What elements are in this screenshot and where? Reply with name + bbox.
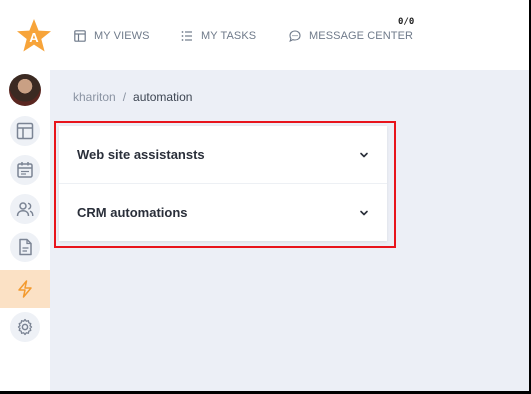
message-counter: 0/0 [398, 17, 415, 27]
chevron-down-icon [360, 210, 368, 215]
accordion-item-label: Web site assistansts [77, 147, 205, 162]
nav-my-tasks-label: MY TASKS [201, 30, 257, 42]
sidebar [0, 70, 50, 391]
document-icon [19, 238, 32, 256]
avatar[interactable] [9, 74, 41, 106]
nav-my-views[interactable]: MY VIEWS [74, 28, 150, 44]
sidebar-item-calendar[interactable] [10, 155, 40, 185]
lightning-icon [18, 280, 32, 298]
list-icon [181, 31, 192, 41]
chat-icon [289, 30, 301, 42]
accordion-item-label: CRM automations [77, 205, 188, 220]
calendar-icon [17, 162, 33, 178]
top-bar: A MY VIEWS MY TASKS MESSAGE CENTER 0/0 [0, 0, 529, 70]
chevron-down-icon [360, 152, 368, 157]
app-window: A MY VIEWS MY TASKS MESSAGE CENTER 0/0 k… [0, 0, 529, 391]
sidebar-item-automation[interactable] [0, 270, 50, 308]
sidebar-item-contacts[interactable] [10, 194, 40, 224]
accordion-item-crm-automations[interactable]: CRM automations [59, 184, 387, 241]
logo-star-icon[interactable]: A [16, 18, 52, 54]
sidebar-item-dashboard[interactable] [10, 116, 40, 146]
automation-accordion: Web site assistansts CRM automations [59, 126, 387, 241]
nav-my-tasks[interactable]: MY TASKS [181, 28, 256, 44]
accordion-item-web-site-assistants[interactable]: Web site assistansts [59, 126, 387, 183]
breadcrumb-current: automation [133, 90, 193, 104]
breadcrumb-separator: / [122, 90, 127, 104]
sidebar-item-settings[interactable] [10, 312, 40, 342]
nav-message-center-label: MESSAGE CENTER [309, 30, 414, 42]
breadcrumb-root[interactable]: khariton [73, 90, 116, 104]
layout-icon [16, 122, 34, 140]
layout-icon [74, 30, 86, 42]
gear-icon [17, 318, 33, 336]
users-icon [16, 202, 34, 217]
breadcrumb: khariton / automation [73, 90, 192, 104]
sidebar-item-documents[interactable] [10, 232, 40, 262]
nav-message-center[interactable]: MESSAGE CENTER [289, 28, 413, 44]
svg-text:A: A [29, 30, 39, 45]
nav-my-views-label: MY VIEWS [94, 30, 150, 42]
